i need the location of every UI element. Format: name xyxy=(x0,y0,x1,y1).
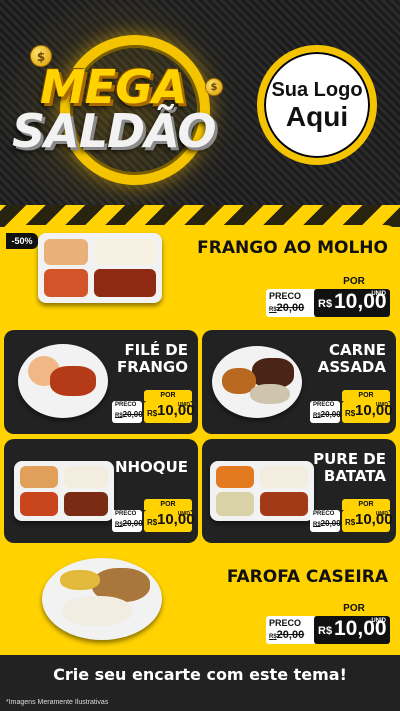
food-plate-icon xyxy=(38,233,162,303)
food-rice xyxy=(250,384,290,404)
old-price-label: PRECO xyxy=(269,618,302,628)
currency-symbol: R$ xyxy=(345,518,356,527)
food-salad xyxy=(44,239,88,265)
unit-label: UNID xyxy=(375,402,388,408)
price-per-label: POR xyxy=(144,390,192,401)
old-price: PRECO R$20,00 xyxy=(310,510,341,532)
food-potatoes xyxy=(20,466,58,488)
currency-symbol: R$ xyxy=(147,409,158,418)
old-price-label: PRECO xyxy=(269,291,302,301)
logo-text-line2: Aqui xyxy=(285,100,349,132)
price-per-label: POR xyxy=(342,499,390,510)
food-mashed-potato xyxy=(216,492,254,516)
product-name: NHOQUE xyxy=(114,458,188,476)
coin-icon: $ xyxy=(205,78,223,96)
unit-label: UNID xyxy=(177,402,190,408)
old-price-value: R$20,00 xyxy=(313,410,341,419)
food-carrots xyxy=(216,466,254,488)
food-chicken xyxy=(50,366,96,396)
product-name-line: FILÉ DE xyxy=(124,341,188,359)
price-per-label: POR xyxy=(144,499,192,510)
new-price: R$ 10,00 UNID xyxy=(314,289,390,317)
unit-label: UNID xyxy=(371,618,386,624)
food-plate-icon xyxy=(14,461,114,521)
old-price-value: R$20,00 xyxy=(115,410,143,419)
product-name: CARNE ASSADA xyxy=(318,342,386,375)
food-corn xyxy=(60,570,100,590)
product-card-file-de-frango[interactable]: FILÉ DE FRANGO POR PRECO R$20,00 R$ 10,0… xyxy=(4,330,198,434)
price-per-label: POR xyxy=(342,390,390,401)
food-plate-icon xyxy=(42,558,162,640)
food-rice xyxy=(64,466,108,488)
food-plate-icon xyxy=(210,461,314,521)
product-card-nhoque[interactable]: NHOQUE POR PRECO R$20,00 R$ 10,00 UNID xyxy=(4,439,198,543)
product-name: FRANGO AO MOLHO xyxy=(197,238,388,258)
food-meat xyxy=(64,492,108,516)
product-name-line: PURE DE xyxy=(313,450,386,468)
new-price: R$ 10,00 UNID xyxy=(314,616,390,644)
unit-label: UNID xyxy=(177,511,190,517)
discount-badge: -50% xyxy=(6,233,38,249)
product-name-line: ASSADA xyxy=(317,357,386,376)
hazard-stripes-divider xyxy=(0,205,400,227)
food-meat xyxy=(260,492,308,516)
old-price: PRECO R$20,00 xyxy=(112,510,143,532)
product-name-line: BATATA xyxy=(323,466,386,485)
old-price-label: PRECO xyxy=(115,511,137,517)
product-name: PURE DE BATATA xyxy=(313,451,386,484)
old-price-value: R$20,00 xyxy=(269,629,305,641)
currency-symbol: R$ xyxy=(147,518,158,527)
promo-title-saldao: SALDÃO xyxy=(12,104,217,158)
old-price: PRECO R$20,00 xyxy=(266,616,316,644)
food-rice xyxy=(94,239,156,265)
old-price-label: PRECO xyxy=(313,402,335,408)
disclaimer-text: *Imagens Meramente Ilustrativas xyxy=(0,695,400,711)
price-tag: POR PRECO R$20,00 R$ 10,00 UNID xyxy=(112,499,195,533)
currency-symbol: R$ xyxy=(345,409,356,418)
old-price-value: R$20,00 xyxy=(115,519,143,528)
product-name-line: FRANGO xyxy=(116,357,188,376)
old-price: PRECO R$20,00 xyxy=(266,289,316,317)
product-name: FAROFA CASEIRA xyxy=(226,567,388,587)
old-price-label: PRECO xyxy=(115,402,137,408)
product-card-frango-ao-molho[interactable]: FRANGO AO MOLHO POR PRECO R$20,00 R$ 10,… xyxy=(4,225,396,325)
old-price: PRECO R$20,00 xyxy=(112,401,143,423)
product-name: FILÉ DE FRANGO xyxy=(117,342,188,375)
logo-text-line1: Sua Logo xyxy=(271,78,363,101)
food-chicken xyxy=(94,269,156,297)
product-card-pure-de-batata[interactable]: PURE DE BATATA POR PRECO R$20,00 R$ 10,0… xyxy=(202,439,396,543)
product-name-line: CARNE xyxy=(329,341,386,359)
price-tag: POR PRECO R$20,00 R$ 10,00 UNID xyxy=(310,499,393,533)
unit-label: UNID xyxy=(371,291,386,297)
price-tag: POR PRECO R$20,00 R$ 10,00 UNID xyxy=(266,275,390,319)
new-price: R$ 10,00 UNID xyxy=(144,401,195,423)
cta-banner[interactable]: Crie seu encarte com este tema! xyxy=(0,655,400,695)
product-card-carne-assada[interactable]: CARNE ASSADA POR PRECO R$20,00 R$ 10,00 … xyxy=(202,330,396,434)
food-rice xyxy=(62,596,132,626)
food-sauce xyxy=(20,492,58,516)
new-price: R$ 10,00 UNID xyxy=(342,510,393,532)
food-rice xyxy=(260,466,308,488)
food-vegetables xyxy=(44,269,88,297)
old-price: PRECO R$20,00 xyxy=(310,401,341,423)
old-price-label: PRECO xyxy=(313,511,335,517)
price-per-label: POR xyxy=(318,602,390,616)
new-price: R$ 10,00 UNID xyxy=(144,510,195,532)
currency-symbol: R$ xyxy=(318,625,333,637)
store-logo-placeholder: Sua Logo Aqui xyxy=(257,45,377,165)
price-tag: POR PRECO R$20,00 R$ 10,00 UNID xyxy=(310,390,393,424)
price-per-label: POR xyxy=(318,275,390,289)
new-price: R$ 10,00 UNID xyxy=(342,401,393,423)
food-plate-icon xyxy=(18,344,108,418)
price-tag: POR PRECO R$20,00 R$ 10,00 UNID xyxy=(112,390,195,424)
food-plate-icon xyxy=(212,346,302,418)
header-banner: $ $ MEGA SALDÃO Sua Logo Aqui xyxy=(0,0,400,205)
old-price-value: R$20,00 xyxy=(313,519,341,528)
unit-label: UNID xyxy=(375,511,388,517)
product-card-farofa-caseira[interactable]: FAROFA CASEIRA POR PRECO R$20,00 R$ 10,0… xyxy=(4,548,396,652)
old-price-value: R$20,00 xyxy=(269,302,305,314)
currency-symbol: R$ xyxy=(318,298,333,310)
price-tag: POR PRECO R$20,00 R$ 10,00 UNID xyxy=(266,602,390,646)
